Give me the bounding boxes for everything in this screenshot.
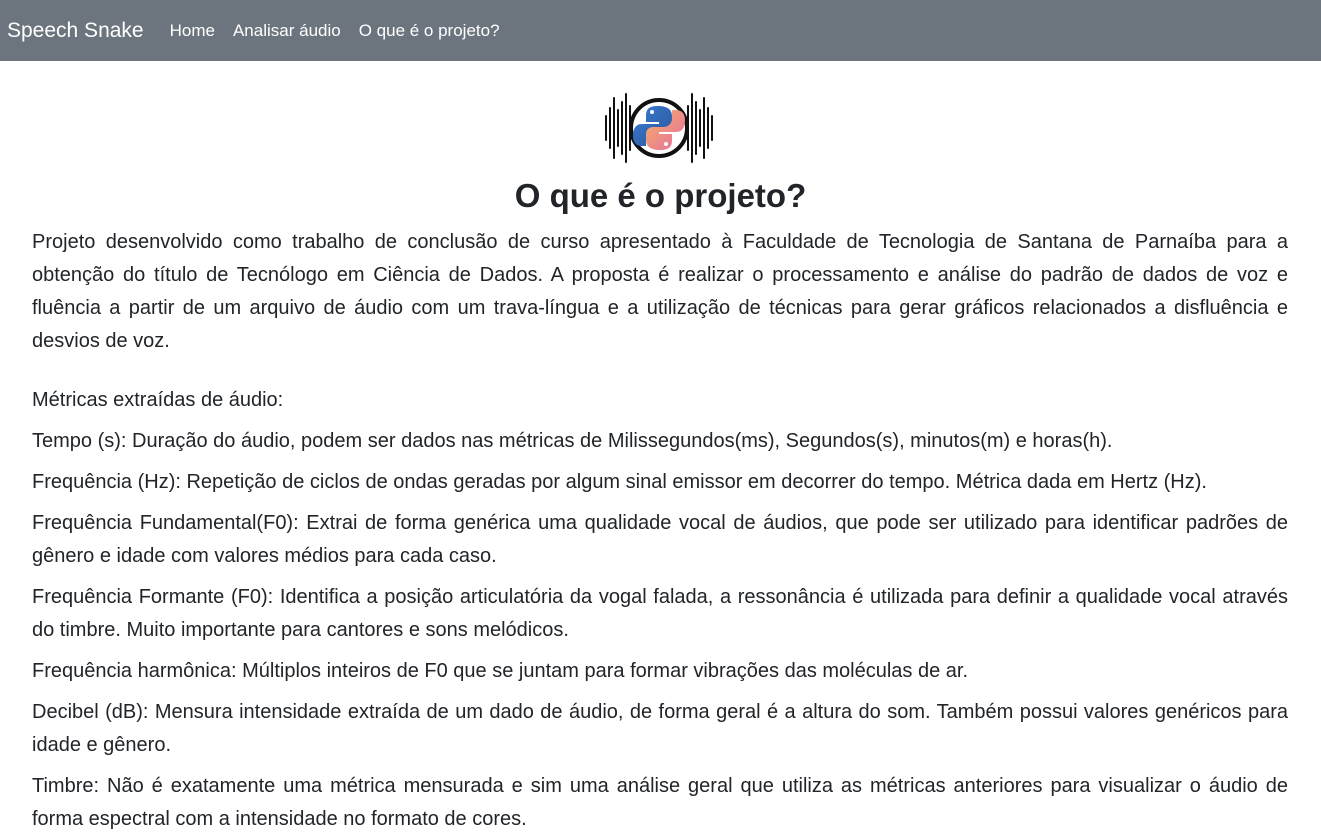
metrics-heading: Métricas extraídas de áudio: <box>32 389 284 411</box>
brand-link[interactable]: Speech Snake <box>7 19 144 43</box>
metric-frequencia-fundamental: Frequência Fundamental(F0): Extrai de fo… <box>32 512 1288 567</box>
python-soundwave-logo-icon <box>602 90 716 166</box>
intro-paragraph: Projeto desenvolvido como trabalho de co… <box>32 231 1288 352</box>
page-title: O que é o projeto? <box>514 177 807 214</box>
metric-frequencia-formante: Frequência Formante (F0): Identifica a p… <box>32 586 1288 641</box>
nav-link-home[interactable]: Home <box>170 21 215 41</box>
nav-links: Home Analisar áudio O que é o projeto? <box>170 21 500 41</box>
metric-timbre: Timbre: Não é exatamente uma métrica men… <box>32 775 1288 830</box>
nav-link-o-que-e-o-projeto[interactable]: O que é o projeto? <box>359 21 500 41</box>
navbar: Speech Snake Home Analisar áudio O que é… <box>0 0 1321 61</box>
metric-tempo: Tempo (s): Duração do áudio, podem ser d… <box>32 430 1113 452</box>
metric-frequencia: Frequência (Hz): Repetição de ciclos de … <box>32 471 1207 493</box>
metric-frequencia-harmonica: Frequência harmônica: Múltiplos inteiros… <box>32 660 969 682</box>
metric-decibel: Decibel (dB): Mensura intensidade extraí… <box>32 701 1288 756</box>
nav-link-analisar-audio[interactable]: Analisar áudio <box>233 21 341 41</box>
main-content: Projeto desenvolvido como trabalho de co… <box>32 226 1288 836</box>
